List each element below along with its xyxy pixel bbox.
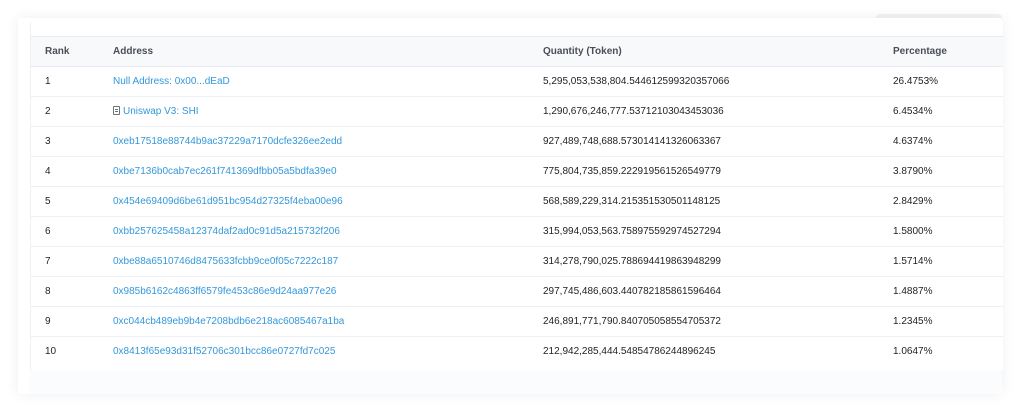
quantity-cell: 315,994,053,563.758975592974527294 <box>543 216 893 247</box>
address-link[interactable]: Uniswap V3: SHI <box>123 106 199 117</box>
quantity-cell: 1,290,676,246,777.53712103043453036 <box>543 96 893 127</box>
table-row: 9 0xc044cb489eb9b4e7208bdb6e218ac6085467a… <box>31 306 1003 337</box>
address-cell: Uniswap V3: SHI <box>113 96 543 127</box>
percentage-cell: 2.8429% <box>893 186 1003 217</box>
percentage-cell: 1.0647% <box>893 346 933 357</box>
address-link[interactable]: 0xc044cb489eb9b4e7208bdb6e218ac6085467a1… <box>113 316 344 327</box>
quantity-cell: 246,891,771,790.840705058554705372 <box>543 306 893 337</box>
rank-cell: 9 <box>31 306 113 337</box>
percentage-cell: 3.8790% <box>893 156 1003 187</box>
percentage-cell: 1.4887% <box>893 276 1003 307</box>
rank-cell: 4 <box>31 156 113 187</box>
rank-cell: 5 <box>31 186 113 217</box>
rank-cell: 8 <box>31 276 113 307</box>
address-cell: Null Address: 0x00...dEaD <box>113 66 543 97</box>
quantity-cell: 568,589,229,314.215351530501148125 <box>543 186 893 217</box>
address-cell: 0x454e69409d6be61d951bc954d27325f4eba00e… <box>113 186 543 217</box>
quantity-cell: 297,745,486,603.440782185861596464 <box>543 276 893 307</box>
holders-table-body: 1 Null Address: 0x00...dEaD 5,295,053,538,… <box>31 66 1003 367</box>
percentage-cell: 1.2345% <box>893 306 1003 337</box>
table-row: 8 0x985b6162c4863ff6579fe453c86e9d24aa977… <box>31 276 1003 307</box>
table-row: 2 Uniswap V3: SHI 1,290,676,246,777.537121… <box>31 96 1003 127</box>
rank-cell: 2 <box>31 96 113 127</box>
address-cell: 0xc044cb489eb9b4e7208bdb6e218ac6085467a1… <box>113 306 543 337</box>
rank-cell: 7 <box>31 246 113 277</box>
holders-panel: Rank Address Quantity (Token) Percentage… <box>30 22 1003 370</box>
address-link[interactable]: 0x985b6162c4863ff6579fe453c86e9d24aa977e… <box>113 286 336 297</box>
header-percentage: Percentage <box>893 46 947 57</box>
address-cell: 0x8413f65e93d31f52706c301bcc86e0727fd7c0… <box>113 337 543 367</box>
address-cell: 0xbb257625458a12374daf2ad0c91d5a215732f2… <box>113 216 543 247</box>
quantity-cell: 5,295,053,538,804.544612599320357066 <box>543 66 893 97</box>
quantity-cell: 775,804,735,859.222919561526549779 <box>543 156 893 187</box>
holders-card: Rank Address Quantity (Token) Percentage… <box>18 18 1003 394</box>
card-footer-shade <box>30 370 1002 394</box>
address-cell: 0xbe88a6510746d8475633fcbb9ce0f05c7222c1… <box>113 246 543 277</box>
quantity-cell: 212,942,285,444.54854786244896245 <box>543 346 716 357</box>
rank-cell: 6 <box>31 216 113 247</box>
header-address: Address <box>113 46 154 57</box>
rank-cell: 10 <box>45 346 57 357</box>
holders-table: Rank Address Quantity (Token) Percentage… <box>31 36 1003 366</box>
percentage-cell: 6.4534% <box>893 96 1003 127</box>
address-link[interactable]: 0x8413f65e93d31f52706c301bcc86e0727fd7c0… <box>113 346 335 357</box>
percentage-cell: 26.4753% <box>893 66 1003 97</box>
quantity-cell: 314,278,790,025.788694419863948299 <box>543 246 893 277</box>
address-cell: 0xbe7136b0cab7ec261f741369dfbb05a5bdfa39… <box>113 156 543 187</box>
rank-cell: 3 <box>31 126 113 157</box>
percentage-cell: 4.6374% <box>893 126 1003 157</box>
address-link[interactable]: 0xbe7136b0cab7ec261f741369dfbb05a5bdfa39… <box>113 166 337 177</box>
table-row: 3 0xeb17518e88744b9ac37229a7170dcfe326ee2… <box>31 126 1003 157</box>
header-quantity: Quantity (Token) <box>543 46 622 57</box>
percentage-cell: 1.5800% <box>893 216 1003 247</box>
table-row: 10 0x8413f65e93d31f52706c301bcc86e0727fd7… <box>31 337 1003 367</box>
table-row: 6 0xbb257625458a12374daf2ad0c91d5a215732f… <box>31 216 1003 247</box>
address-link[interactable]: 0xbe88a6510746d8475633fcbb9ce0f05c7222c1… <box>113 256 338 267</box>
address-link[interactable]: Null Address: 0x00...dEaD <box>113 76 230 87</box>
address-cell: 0xeb17518e88744b9ac37229a7170dcfe326ee2e… <box>113 126 543 157</box>
table-row: 1 Null Address: 0x00...dEaD 5,295,053,538,… <box>31 66 1003 97</box>
address-link[interactable]: 0x454e69409d6be61d951bc954d27325f4eba00e… <box>113 196 343 207</box>
address-cell: 0x985b6162c4863ff6579fe453c86e9d24aa977e… <box>113 276 543 307</box>
table-row: 4 0xbe7136b0cab7ec261f741369dfbb05a5bdfa3… <box>31 156 1003 187</box>
table-header-row: Rank Address Quantity (Token) Percentage <box>31 36 1003 67</box>
quantity-cell: 927,489,748,688.573014141326063367 <box>543 126 893 157</box>
table-row: 7 0xbe88a6510746d8475633fcbb9ce0f05c7222c… <box>31 246 1003 277</box>
header-rank: Rank <box>45 46 70 57</box>
rank-cell: 1 <box>31 66 113 97</box>
percentage-cell: 1.5714% <box>893 246 1003 277</box>
contract-file-icon <box>113 106 120 115</box>
table-row: 5 0x454e69409d6be61d951bc954d27325f4eba00… <box>31 186 1003 217</box>
address-link[interactable]: 0xbb257625458a12374daf2ad0c91d5a215732f2… <box>113 226 340 237</box>
address-link[interactable]: 0xeb17518e88744b9ac37229a7170dcfe326ee2e… <box>113 136 342 147</box>
